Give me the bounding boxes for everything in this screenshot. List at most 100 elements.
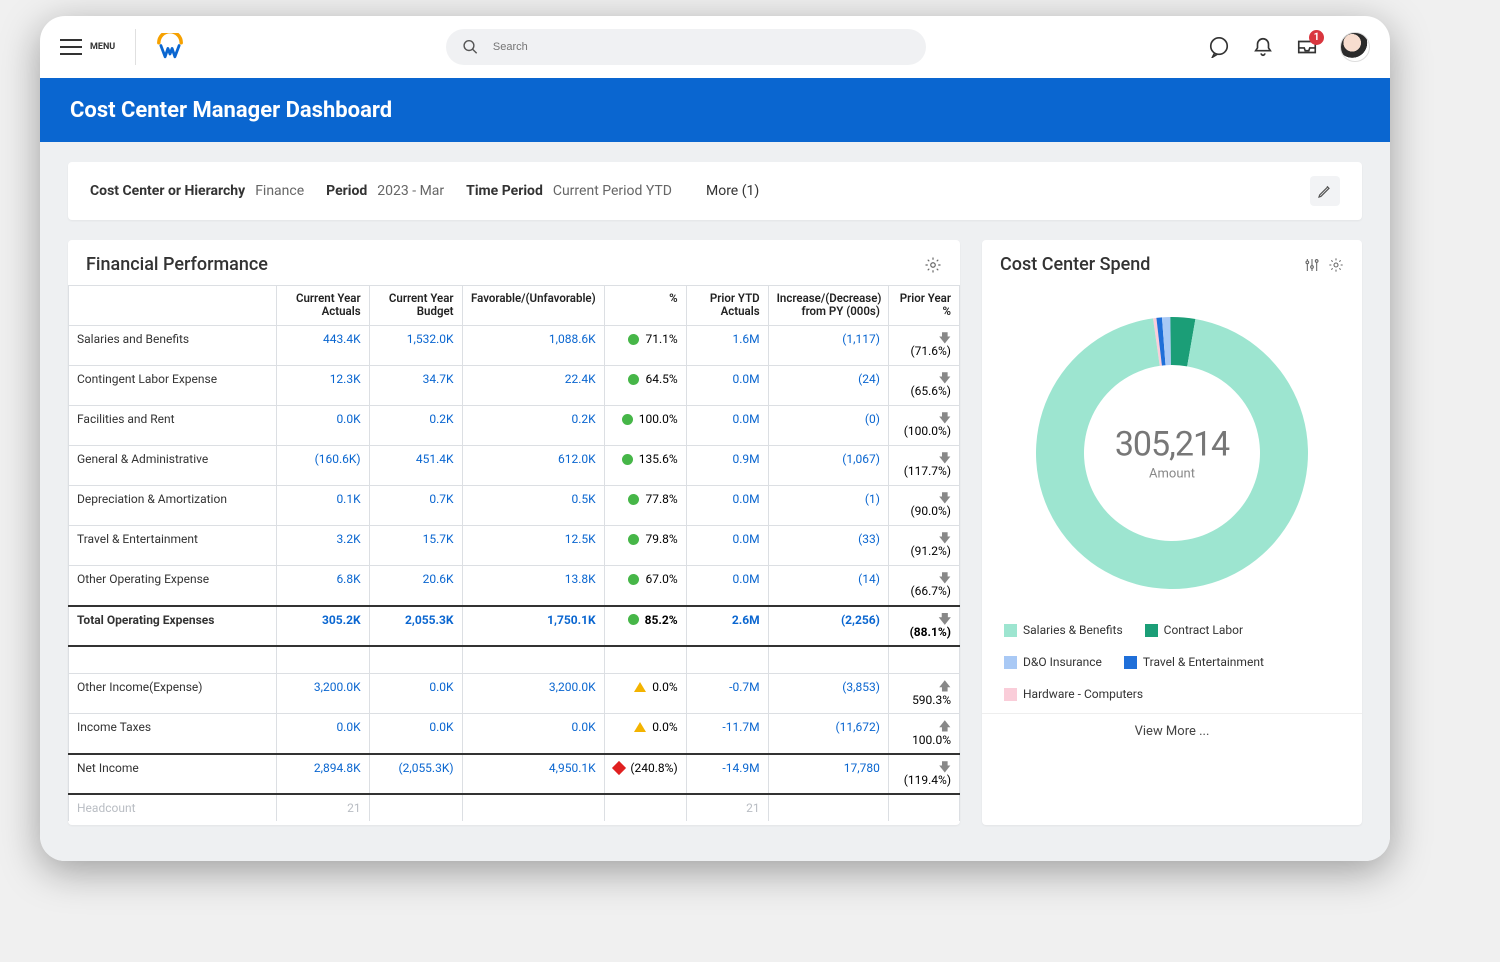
- row-name: Depreciation & Amortization: [69, 486, 277, 526]
- chat-button[interactable]: [1208, 36, 1230, 58]
- cell-pya[interactable]: -0.7M: [686, 674, 768, 714]
- cell-chg[interactable]: 17,780: [768, 754, 888, 794]
- cell-pct: 135.6%: [604, 446, 686, 486]
- gear-icon[interactable]: [1328, 257, 1344, 273]
- legend-item[interactable]: Travel & Entertainment: [1124, 655, 1264, 669]
- avatar[interactable]: [1340, 32, 1370, 62]
- col-1[interactable]: Current Year Actuals: [276, 286, 369, 326]
- cell-cya[interactable]: 6.8K: [276, 566, 369, 606]
- search-input[interactable]: [493, 41, 910, 53]
- cell-chg[interactable]: (2,256): [768, 606, 888, 646]
- cell-cya[interactable]: 2,894.8K: [276, 754, 369, 794]
- cell-fav[interactable]: 0.0K: [462, 714, 604, 754]
- cell-pya[interactable]: -14.9M: [686, 754, 768, 794]
- alert-diamond-icon: [612, 761, 626, 775]
- workday-logo-icon[interactable]: [156, 33, 184, 61]
- notifications-button[interactable]: [1252, 36, 1274, 58]
- cell-cyb[interactable]: 0.0K: [369, 674, 462, 714]
- filter-value-time[interactable]: Current Period YTD: [553, 183, 672, 199]
- status-dot-icon: [628, 494, 639, 505]
- cell-cyb[interactable]: 15.7K: [369, 526, 462, 566]
- status-dot-icon: [622, 414, 633, 425]
- cell-chg[interactable]: (0): [768, 406, 888, 446]
- cell-cya[interactable]: 3,200.0K: [276, 674, 369, 714]
- table-header-row: Current Year Actuals Current Year Budget…: [69, 286, 960, 326]
- cell-pya[interactable]: 1.6M: [686, 326, 768, 366]
- cell-cyb[interactable]: 451.4K: [369, 446, 462, 486]
- cell-pypct: 🡇(88.1%): [888, 606, 959, 646]
- cell-pya[interactable]: 0.0M: [686, 526, 768, 566]
- cell-cyb[interactable]: 1,532.0K: [369, 326, 462, 366]
- cell-fav[interactable]: 0.2K: [462, 406, 604, 446]
- cell-cyb[interactable]: 0.7K: [369, 486, 462, 526]
- legend-item[interactable]: Salaries & Benefits: [1004, 623, 1123, 637]
- legend-item[interactable]: D&O Insurance: [1004, 655, 1102, 669]
- cell-cyb[interactable]: (2,055.3K): [369, 754, 462, 794]
- menu-button[interactable]: MENU: [60, 39, 115, 55]
- cell-cya[interactable]: 443.4K: [276, 326, 369, 366]
- cell-cya[interactable]: 0.0K: [276, 406, 369, 446]
- cell-cyb[interactable]: 2,055.3K: [369, 606, 462, 646]
- inbox-button[interactable]: 1: [1296, 36, 1318, 58]
- cell-fav[interactable]: 22.4K: [462, 366, 604, 406]
- cell-cya[interactable]: 3.2K: [276, 526, 369, 566]
- cell-fav[interactable]: 1,750.1K: [462, 606, 604, 646]
- view-more-link[interactable]: View More ...: [982, 713, 1362, 739]
- cell-cyb[interactable]: 34.7K: [369, 366, 462, 406]
- cell-cyb[interactable]: 0.2K: [369, 406, 462, 446]
- filter-value-period[interactable]: 2023 - Mar: [377, 183, 444, 199]
- cell-pya[interactable]: 2.6M: [686, 606, 768, 646]
- cell-pya[interactable]: -11.7M: [686, 714, 768, 754]
- cell-fav[interactable]: 13.8K: [462, 566, 604, 606]
- cell-fav[interactable]: 12.5K: [462, 526, 604, 566]
- cell-cya[interactable]: 0.1K: [276, 486, 369, 526]
- cell-pya[interactable]: 0.0M: [686, 566, 768, 606]
- cell-chg[interactable]: (33): [768, 526, 888, 566]
- edit-filters-button[interactable]: [1310, 176, 1340, 206]
- col-7[interactable]: Prior Year %: [888, 286, 959, 326]
- search-box[interactable]: [446, 29, 926, 65]
- sliders-icon[interactable]: [1304, 257, 1320, 273]
- filter-more[interactable]: More (1): [706, 183, 759, 199]
- cell-chg[interactable]: (1,117): [768, 326, 888, 366]
- cell-chg[interactable]: (14): [768, 566, 888, 606]
- cell-cya[interactable]: 0.0K: [276, 714, 369, 754]
- cell-pya[interactable]: 0.9M: [686, 446, 768, 486]
- filter-label-time: Time Period: [466, 183, 543, 199]
- legend-item[interactable]: Contract Labor: [1145, 623, 1243, 637]
- legend-swatch-icon: [1004, 624, 1017, 637]
- cell-pypct: 🡇(100.0%): [888, 406, 959, 446]
- cell-chg[interactable]: (11,672): [768, 714, 888, 754]
- gear-icon[interactable]: [924, 256, 942, 274]
- cell-pya[interactable]: 0.0M: [686, 406, 768, 446]
- cell-fav[interactable]: 0.5K: [462, 486, 604, 526]
- arrow-up-icon: 🡅: [939, 720, 951, 733]
- cell-fav[interactable]: 1,088.6K: [462, 326, 604, 366]
- col-5[interactable]: Prior YTD Actuals: [686, 286, 768, 326]
- cell-cya[interactable]: 12.3K: [276, 366, 369, 406]
- cell-fav[interactable]: 4,950.1K: [462, 754, 604, 794]
- cell-chg[interactable]: (3,853): [768, 674, 888, 714]
- cell-fav[interactable]: 612.0K: [462, 446, 604, 486]
- cell-cyb[interactable]: 20.6K: [369, 566, 462, 606]
- table-row: Contingent Labor Expense 12.3K 34.7K 22.…: [69, 366, 960, 406]
- cell-pya[interactable]: 0.0M: [686, 486, 768, 526]
- cell-cya[interactable]: 305.2K: [276, 606, 369, 646]
- col-4[interactable]: %: [604, 286, 686, 326]
- cell-cya[interactable]: (160.6K): [276, 446, 369, 486]
- cell-chg[interactable]: (24): [768, 366, 888, 406]
- spend-title: Cost Center Spend: [1000, 254, 1150, 275]
- cell-fav[interactable]: 3,200.0K: [462, 674, 604, 714]
- row-name: Salaries and Benefits: [69, 326, 277, 366]
- col-6[interactable]: Increase/(Decrease) from PY (000s): [768, 286, 888, 326]
- cell-chg[interactable]: (1,067): [768, 446, 888, 486]
- cell-pct: 100.0%: [604, 406, 686, 446]
- legend-item[interactable]: Hardware - Computers: [1004, 687, 1143, 701]
- cell-cyb[interactable]: 0.0K: [369, 714, 462, 754]
- status-dot-icon: [628, 374, 639, 385]
- cell-chg[interactable]: (1): [768, 486, 888, 526]
- col-3[interactable]: Favorable/(Unfavorable): [462, 286, 604, 326]
- filter-value-cc[interactable]: Finance: [255, 183, 304, 199]
- col-2[interactable]: Current Year Budget: [369, 286, 462, 326]
- cell-pya[interactable]: 0.0M: [686, 366, 768, 406]
